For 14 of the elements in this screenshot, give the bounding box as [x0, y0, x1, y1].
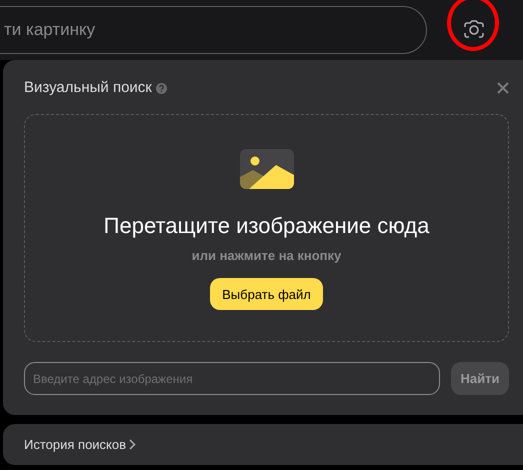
search-field[interactable]: ти картинку: [0, 6, 427, 54]
highlight-circle: [447, 0, 499, 51]
panel-title: Визуальный поиск: [24, 78, 152, 98]
chevron-right-icon: [129, 439, 136, 450]
close-icon[interactable]: [497, 82, 509, 94]
image-url-field[interactable]: Введите адрес изображения: [24, 362, 440, 395]
drop-hint: или нажмите на кнопку: [192, 247, 342, 265]
image-icon: [240, 149, 294, 189]
choose-file-button[interactable]: Выбрать файл: [210, 278, 323, 310]
drop-zone[interactable]: Перетащите изображение сюда или нажмите на кнопку Выбрать файл: [24, 114, 509, 342]
search-history-link[interactable]: История поисков: [24, 434, 136, 454]
camera-icon[interactable]: [462, 19, 486, 41]
help-icon[interactable]: [156, 82, 167, 94]
drop-heading: Перетащите изображение сюда: [104, 213, 430, 239]
